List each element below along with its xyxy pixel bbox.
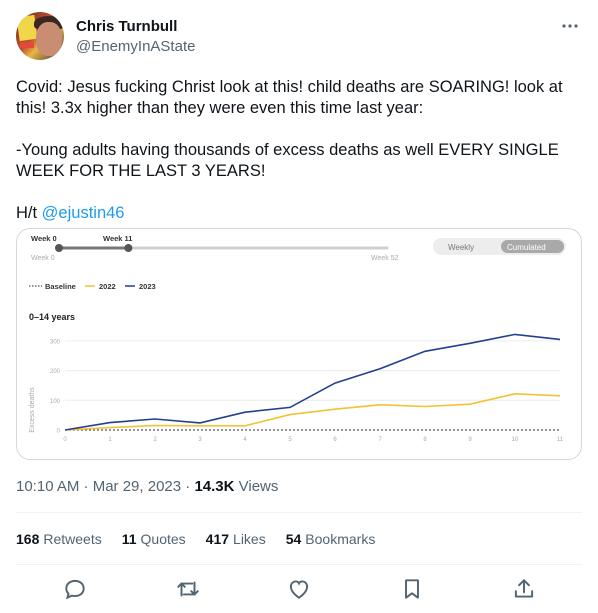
avatar[interactable] (16, 12, 64, 60)
retweet-icon[interactable] (175, 576, 201, 602)
author-handle[interactable]: @EnemyInAState (76, 38, 195, 55)
bookmarks-label: Bookmarks (305, 531, 376, 547)
likes-count: 417 (205, 531, 230, 547)
quotes-stat[interactable]: 11 Quotes (122, 531, 186, 547)
bookmark-icon[interactable] (399, 576, 425, 602)
bookmarks-count: 54 (285, 531, 302, 547)
x-tick-label: 6 (333, 437, 337, 443)
slider-week0-label: Week 0 (31, 234, 57, 243)
retweets-count: 168 (16, 531, 40, 547)
engagement-stats: 168 Retweets 11 Quotes 417 Likes 54 Bookmark… (16, 531, 375, 547)
share-icon[interactable] (511, 576, 537, 602)
legend-2022: 2022 (99, 282, 116, 291)
legend-2023: 2023 (139, 282, 156, 291)
legend-baseline: Baseline (45, 282, 76, 291)
divider (16, 512, 582, 513)
slider-handle-current[interactable] (124, 244, 133, 252)
views-label: Views (234, 478, 279, 495)
bookmarks-stat[interactable]: 54 Bookmarks (286, 531, 376, 547)
action-bar (16, 576, 582, 604)
y-tick-label: 200 (50, 369, 61, 375)
author-name[interactable]: Chris Turnbull (76, 18, 177, 35)
likes-label: Likes (233, 531, 266, 547)
tweet-paragraph-2: -Young adults having thousands of excess… (16, 141, 559, 180)
x-tick-label: 8 (423, 437, 427, 443)
x-tick-label: 1 (108, 437, 112, 443)
tweet-meta: 10:10 AM · Mar 29, 2023 · 14.3K Views (16, 478, 278, 495)
retweets-stat[interactable]: 168 Retweets (16, 531, 102, 547)
x-tick-label: 7 (378, 437, 382, 443)
y-axis-label: Excess deaths (29, 387, 36, 433)
x-tick-label: 3 (198, 437, 202, 443)
reply-icon[interactable] (62, 576, 88, 602)
tweet-paragraph-3: H/t @ejustin46 (16, 203, 582, 224)
x-tick-label: 11 (557, 437, 564, 443)
tweet-header: Chris Turnbull @EnemyInAState (16, 12, 582, 64)
likes-stat[interactable]: 417 Likes (206, 531, 266, 547)
divider (16, 564, 582, 565)
tweet-paragraph-1: Covid: Jesus fucking Christ look at this… (16, 78, 563, 117)
toggle-cumulated[interactable]: Cumulated (507, 243, 546, 252)
toggle-weekly[interactable]: Weekly (448, 243, 474, 252)
x-tick-label: 4 (243, 437, 247, 443)
slider-current-label: Week 11 (103, 234, 132, 243)
slider-max-label: Week 52 (371, 255, 399, 262)
chart-image[interactable]: Week 0 Week 11 Week 0 Week 52 Weekly Cum… (16, 228, 582, 460)
x-tick-label: 0 (63, 437, 67, 443)
age-group-title: 0–14 years (29, 312, 75, 322)
x-tick-label: 10 (512, 437, 519, 443)
quotes-count: 11 (121, 531, 137, 547)
y-tick-label: 100 (50, 399, 61, 405)
like-icon[interactable] (286, 576, 312, 602)
plot-area: 0 100 200 300 0 1 2 3 4 5 6 7 8 9 10 11 (50, 333, 564, 443)
ht-prefix: H/t (16, 204, 42, 222)
slider-handle-start[interactable] (55, 244, 63, 252)
slider-min-label: Week 0 (31, 255, 55, 262)
tweet-timestamp[interactable]: 10:10 AM · Mar 29, 2023 · (16, 478, 194, 495)
x-tick-label: 9 (468, 437, 472, 443)
tweet-text: Covid: Jesus fucking Christ look at this… (16, 77, 582, 245)
y-tick-label: 0 (57, 429, 61, 435)
x-tick-label: 5 (288, 437, 292, 443)
more-icon[interactable] (560, 16, 580, 36)
mention-link[interactable]: @ejustin46 (42, 204, 125, 222)
y-tick-label: 300 (50, 339, 61, 345)
x-tick-label: 2 (153, 437, 157, 443)
quotes-label: Quotes (140, 531, 186, 547)
series-line-2023 (64, 333, 561, 431)
series-line-2022 (64, 392, 561, 431)
views-count: 14.3K (194, 478, 235, 495)
retweets-label: Retweets (43, 531, 102, 547)
